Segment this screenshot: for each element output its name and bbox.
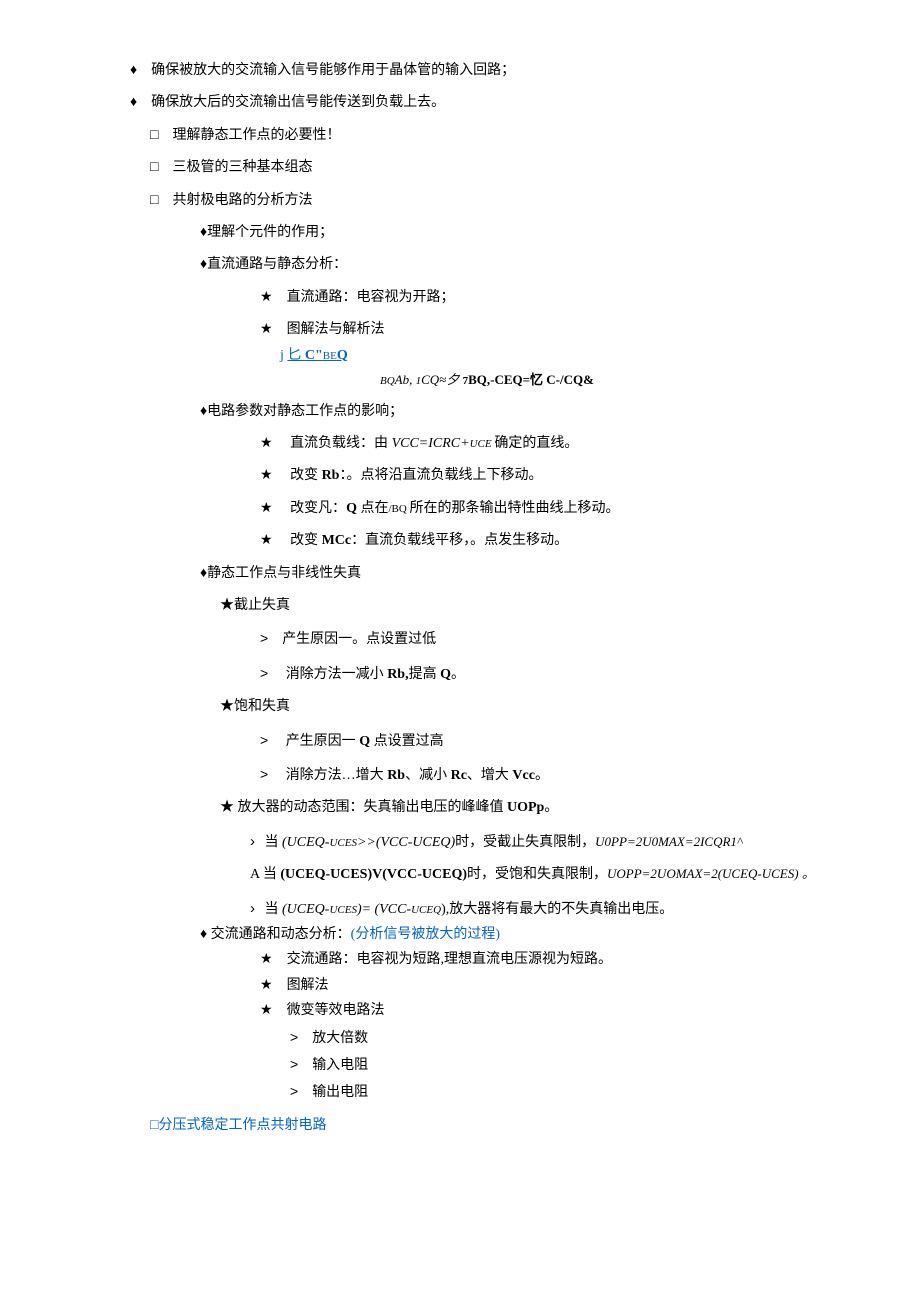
text-line: 共射极电路的分析方法 (150, 190, 840, 212)
text-frag: 消除方法一减小 (286, 667, 388, 682)
text-line: 消除方法一减小 Rb,提高 Q。 (80, 662, 840, 686)
formula-frag: BQ (380, 375, 395, 387)
text-frag: 改变凡： (290, 501, 346, 516)
text-frag: Rb (387, 768, 405, 783)
text-frag: (UCEQ-UCES)V(VCC-UCEQ) (280, 867, 467, 882)
text-frag: (VCC-UCEQ) (376, 835, 455, 850)
text-frag: Q (440, 667, 451, 682)
formula-line: j 匕 C"BEQ (80, 345, 840, 367)
text-frag: 提高 (409, 667, 441, 682)
text-frag: U0PP=2U0MAX=2ICQR1^ (595, 834, 742, 849)
formula-frag: Ab, (395, 372, 413, 387)
text-frag: UOPP=2UOMAX=2(UCEQ-UCES) 。 (607, 866, 815, 881)
text-line: 理解个元件的作用； (80, 222, 840, 244)
text-frag: A 当 (250, 867, 280, 882)
text-line: 输出电阻 (80, 1080, 840, 1104)
text-line: 输入电阻 (80, 1053, 840, 1077)
text-line: 饱和失真 (80, 696, 840, 718)
text-frag: )= (VCC- (357, 902, 411, 917)
text-frag: Vcc (512, 768, 535, 783)
text-frag: Rc (451, 768, 467, 783)
text-line: 改变凡：Q 点在/BQ 所在的那条输出特性曲线上移动。 (80, 498, 840, 520)
text-line: 交流通路和动态分析：(分析信号被放大的过程) (80, 924, 840, 946)
text-line: 放大倍数 (80, 1026, 840, 1050)
text-frag: ：直流负载线平移，。点发生移动。 (351, 533, 568, 548)
text-line: 改变 Rb：。点将沿直流负载线上下移动。 (80, 465, 840, 487)
text-frag: 、增大 (467, 768, 513, 783)
text-frag: UOPp (507, 800, 544, 815)
text-frag: ),放大器将有最大的不失真输出电压。 (441, 902, 673, 917)
text-frag: 直流负载线：由 (290, 436, 392, 451)
text-line: 交流通路：电容视为短路,理想直流电压源视为短路。 (80, 949, 840, 971)
text-frag: (分析信号被放大的过程) (351, 927, 500, 942)
text-line: 直流负载线：由 VCC=ICRC+UCE 确定的直线。 (80, 433, 840, 455)
text-line: 确保被放大的交流输入信号能够作用于晶体管的输入回路； (80, 60, 840, 82)
text-frag: 。 (535, 768, 549, 783)
formula-frag: BQ,-CEQ=忆 (468, 372, 546, 387)
text-line: 当 (UCEQ-UCES)= (VCC-UCEQ),放大器将有最大的不失真输出电… (80, 897, 840, 921)
text-line: 三极管的三种基本组态 (150, 157, 840, 179)
text-frag: 确定的直线。 (494, 436, 578, 451)
text-frag: UCEQ (411, 904, 441, 916)
text-frag: VCC=ICRC+ (392, 436, 470, 451)
text-frag: 所在的那条输出特性曲线上移动。 (410, 501, 620, 516)
text-line: 图解法 (80, 975, 840, 997)
text-line: 改变 MCc：直流负载线平移，。点发生移动。 (80, 530, 840, 552)
text-frag: 点设置过高 (374, 734, 444, 749)
text-frag: 交流通路和动态分析： (211, 927, 351, 942)
text-line: 图解法与解析法 (80, 319, 840, 341)
text-line: 截止失真 (80, 595, 840, 617)
text-line: 产生原因一 Q 点设置过高 (80, 729, 840, 753)
text-frag: /BQ (388, 503, 409, 515)
formula-frag: C-/CQ& (546, 372, 594, 387)
text-frag: 时，受截止失真限制， (455, 835, 595, 850)
text-frag: 。 (451, 667, 465, 682)
text-frag: Q (359, 734, 373, 749)
text-frag: 改变 (290, 533, 322, 548)
formula-line: BQAb, 1CQ≈夕 7BQ,-CEQ=忆 C-/CQ& (80, 370, 840, 391)
text-frag: Q (346, 501, 360, 516)
text-frag: Rb (322, 468, 340, 483)
formula-frag: j (280, 348, 284, 363)
text-frag: 时，受饱和失真限制， (467, 867, 607, 882)
text-line: 静态工作点与非线性失真 (80, 563, 840, 585)
text-line: 直流通路与静态分析： (80, 254, 840, 276)
text-frag: UCES (329, 904, 357, 916)
formula-frag: 匕 C"BEQ (287, 348, 347, 363)
text-line: A 当 (UCEQ-UCES)V(VCC-UCEQ)时，受饱和失真限制，UOPP… (80, 864, 840, 886)
text-frag: Rb, (387, 667, 408, 682)
text-frag: UCES (329, 837, 357, 849)
text-line: 微变等效电路法 (80, 1000, 840, 1022)
text-frag: 放大器的动态范围：失真输出电压的峰峰值 (238, 800, 508, 815)
text-line: 消除方法…增大 Rb、减小 Rc、增大 Vcc。 (80, 763, 840, 787)
text-frag: 。 (544, 800, 558, 815)
text-frag: 改变 (290, 468, 322, 483)
text-line: 电路参数对静态工作点的影响； (80, 401, 840, 423)
text-frag: 消除方法…增大 (286, 768, 388, 783)
text-line: 当 (UCEQ-UCES>>(VCC-UCEQ)时，受截止失真限制，U0PP=2… (80, 830, 840, 854)
text-frag: 产生原因一 (286, 734, 360, 749)
text-line: 产生原因一。点设置过低 (80, 627, 840, 651)
text-frag: 点在 (360, 501, 388, 516)
text-frag: UCE (470, 438, 495, 450)
text-frag: (UCEQ- (282, 902, 329, 917)
text-frag: 当 (265, 902, 283, 917)
text-line: 理解静态工作点的必要性！ (150, 125, 840, 147)
text-frag: >> (357, 835, 376, 850)
text-frag: ：。点将沿直流负载线上下移动。 (339, 468, 542, 483)
text-frag: (UCEQ- (282, 835, 329, 850)
section-heading: □分压式稳定工作点共射电路 (150, 1115, 840, 1137)
text-line: 放大器的动态范围：失真输出电压的峰峰值 UOPp。 (80, 797, 840, 819)
text-frag: 当 (265, 835, 283, 850)
text-line: 确保放大后的交流输出信号能传送到负载上去。 (80, 92, 840, 114)
formula-frag: CQ≈夕 (421, 372, 459, 387)
text-frag: MCc (322, 533, 352, 548)
text-frag: 、减小 (405, 768, 451, 783)
text-line: 直流通路：电容视为开路； (80, 287, 840, 309)
